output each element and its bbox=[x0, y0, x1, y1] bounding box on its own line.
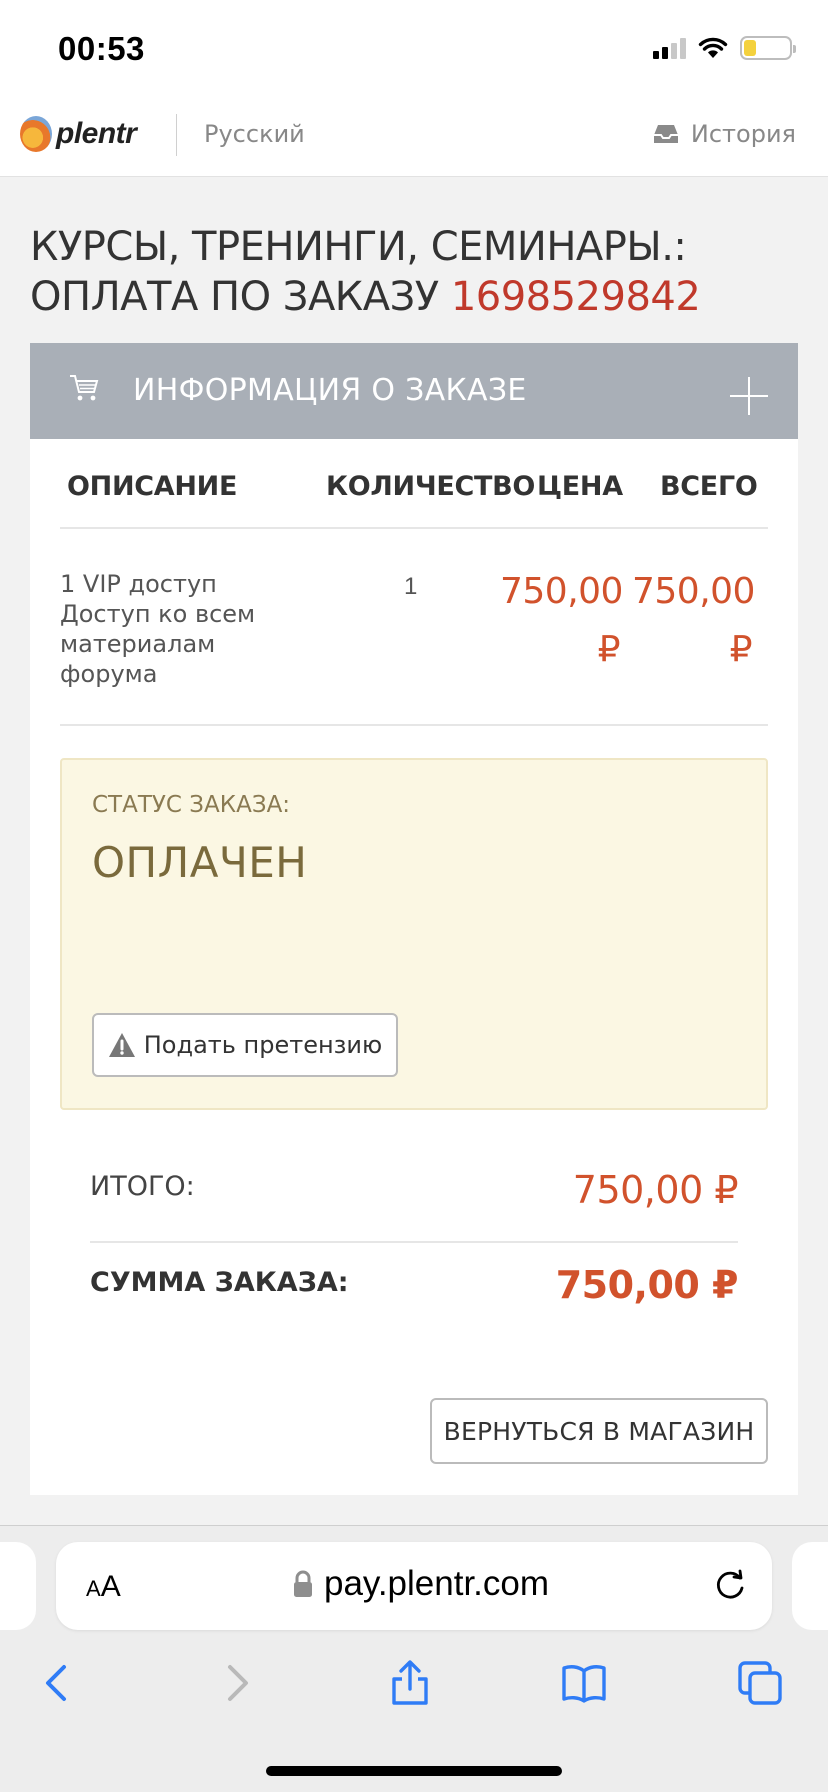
column-header-total: ВСЕГО bbox=[660, 471, 758, 502]
share-icon[interactable] bbox=[386, 1659, 434, 1707]
lock-icon bbox=[294, 1570, 312, 1597]
page-title-line2: ОПЛАТА ПО ЗАКАЗУ 1698529842 bbox=[30, 272, 810, 322]
next-tab-preview[interactable] bbox=[792, 1542, 828, 1630]
return-to-shop-button[interactable]: ВЕРНУТЬСЯ В МАГАЗИН bbox=[430, 1398, 768, 1464]
status-label: СТАТУС ЗАКАЗА: bbox=[92, 792, 291, 818]
item-quantity: 1 bbox=[404, 573, 418, 600]
logo-mark-icon bbox=[20, 116, 52, 152]
table-divider bbox=[60, 527, 768, 529]
file-claim-button[interactable]: Подать претензию bbox=[92, 1013, 398, 1077]
item-total: 750,00 ₽ bbox=[632, 571, 755, 670]
order-total-label: СУММА ЗАКАЗА: bbox=[90, 1267, 349, 1298]
table-divider bbox=[60, 724, 768, 726]
column-header-price: ЦЕНА bbox=[537, 471, 623, 502]
summary-divider bbox=[90, 1241, 738, 1243]
header-divider bbox=[176, 114, 177, 156]
brand-logo[interactable]: plentr bbox=[20, 116, 137, 152]
status-icons bbox=[653, 36, 796, 60]
subtotal-value: 750,00 ₽ bbox=[572, 1168, 739, 1212]
language-selector[interactable]: Русский bbox=[204, 120, 305, 148]
wifi-icon bbox=[698, 37, 728, 58]
warning-icon bbox=[108, 1033, 135, 1057]
url-display[interactable]: pay.plentr.com bbox=[292, 1564, 549, 1604]
order-info-header[interactable]: ИНФОРМАЦИЯ О ЗАКАЗЕ bbox=[30, 343, 798, 439]
reload-icon[interactable] bbox=[712, 1568, 748, 1604]
order-card: ИНФОРМАЦИЯ О ЗАКАЗЕ ОПИСАНИЕ КОЛИЧЕСТВО … bbox=[30, 343, 798, 1495]
file-claim-label: Подать претензию bbox=[143, 1031, 383, 1059]
back-icon[interactable] bbox=[34, 1659, 82, 1707]
order-status-box: СТАТУС ЗАКАЗА: ОПЛАЧЕН Подать претензию bbox=[60, 758, 768, 1110]
expand-plus-icon[interactable] bbox=[730, 377, 768, 415]
address-bar[interactable]: AA pay.plentr.com bbox=[56, 1542, 772, 1630]
history-link[interactable]: История bbox=[653, 120, 796, 148]
status-value: ОПЛАЧЕН bbox=[92, 838, 308, 887]
history-label: История bbox=[690, 120, 796, 148]
home-indicator bbox=[266, 1766, 562, 1776]
tabs-icon[interactable] bbox=[736, 1659, 784, 1707]
forward-icon[interactable] bbox=[212, 1659, 260, 1707]
status-time: 00:53 bbox=[58, 30, 145, 67]
page-title: КУРСЫ, ТРЕНИНГИ, СЕМИНАРЫ.: ОПЛАТА ПО ЗА… bbox=[30, 222, 810, 322]
order-info-title: ИНФОРМАЦИЯ О ЗАКАЗЕ bbox=[133, 373, 527, 408]
cellular-signal-icon bbox=[653, 37, 686, 59]
brand-name: plentr bbox=[56, 117, 137, 150]
browser-nav bbox=[0, 1651, 828, 1721]
inbox-icon bbox=[653, 125, 678, 143]
url-text: pay.plentr.com bbox=[324, 1564, 550, 1603]
status-bar: 00:53 bbox=[0, 0, 828, 100]
battery-icon bbox=[740, 36, 796, 60]
page-title-prefix: ОПЛАТА ПО ЗАКАЗУ bbox=[30, 274, 439, 320]
site-header: plentr Русский История bbox=[0, 100, 828, 177]
column-header-quantity: КОЛИЧЕСТВО bbox=[326, 471, 536, 502]
order-total-value: 750,00 ₽ bbox=[555, 1263, 739, 1307]
bookmarks-icon[interactable] bbox=[560, 1659, 608, 1707]
item-description: 1 VIP доступ Доступ ко всем материалам ф… bbox=[60, 570, 256, 688]
order-number: 1698529842 bbox=[450, 274, 701, 320]
subtotal-label: ИТОГО: bbox=[90, 1171, 195, 1202]
cart-icon bbox=[70, 375, 99, 401]
browser-toolbar: AA pay.plentr.com bbox=[0, 1525, 828, 1792]
item-price: 750,00 ₽ bbox=[500, 571, 623, 670]
column-header-description: ОПИСАНИЕ bbox=[67, 471, 238, 502]
text-size-button[interactable]: AA bbox=[86, 1570, 121, 1604]
prev-tab-preview[interactable] bbox=[0, 1542, 36, 1630]
page-title-line1: КУРСЫ, ТРЕНИНГИ, СЕМИНАРЫ.: bbox=[30, 224, 687, 270]
